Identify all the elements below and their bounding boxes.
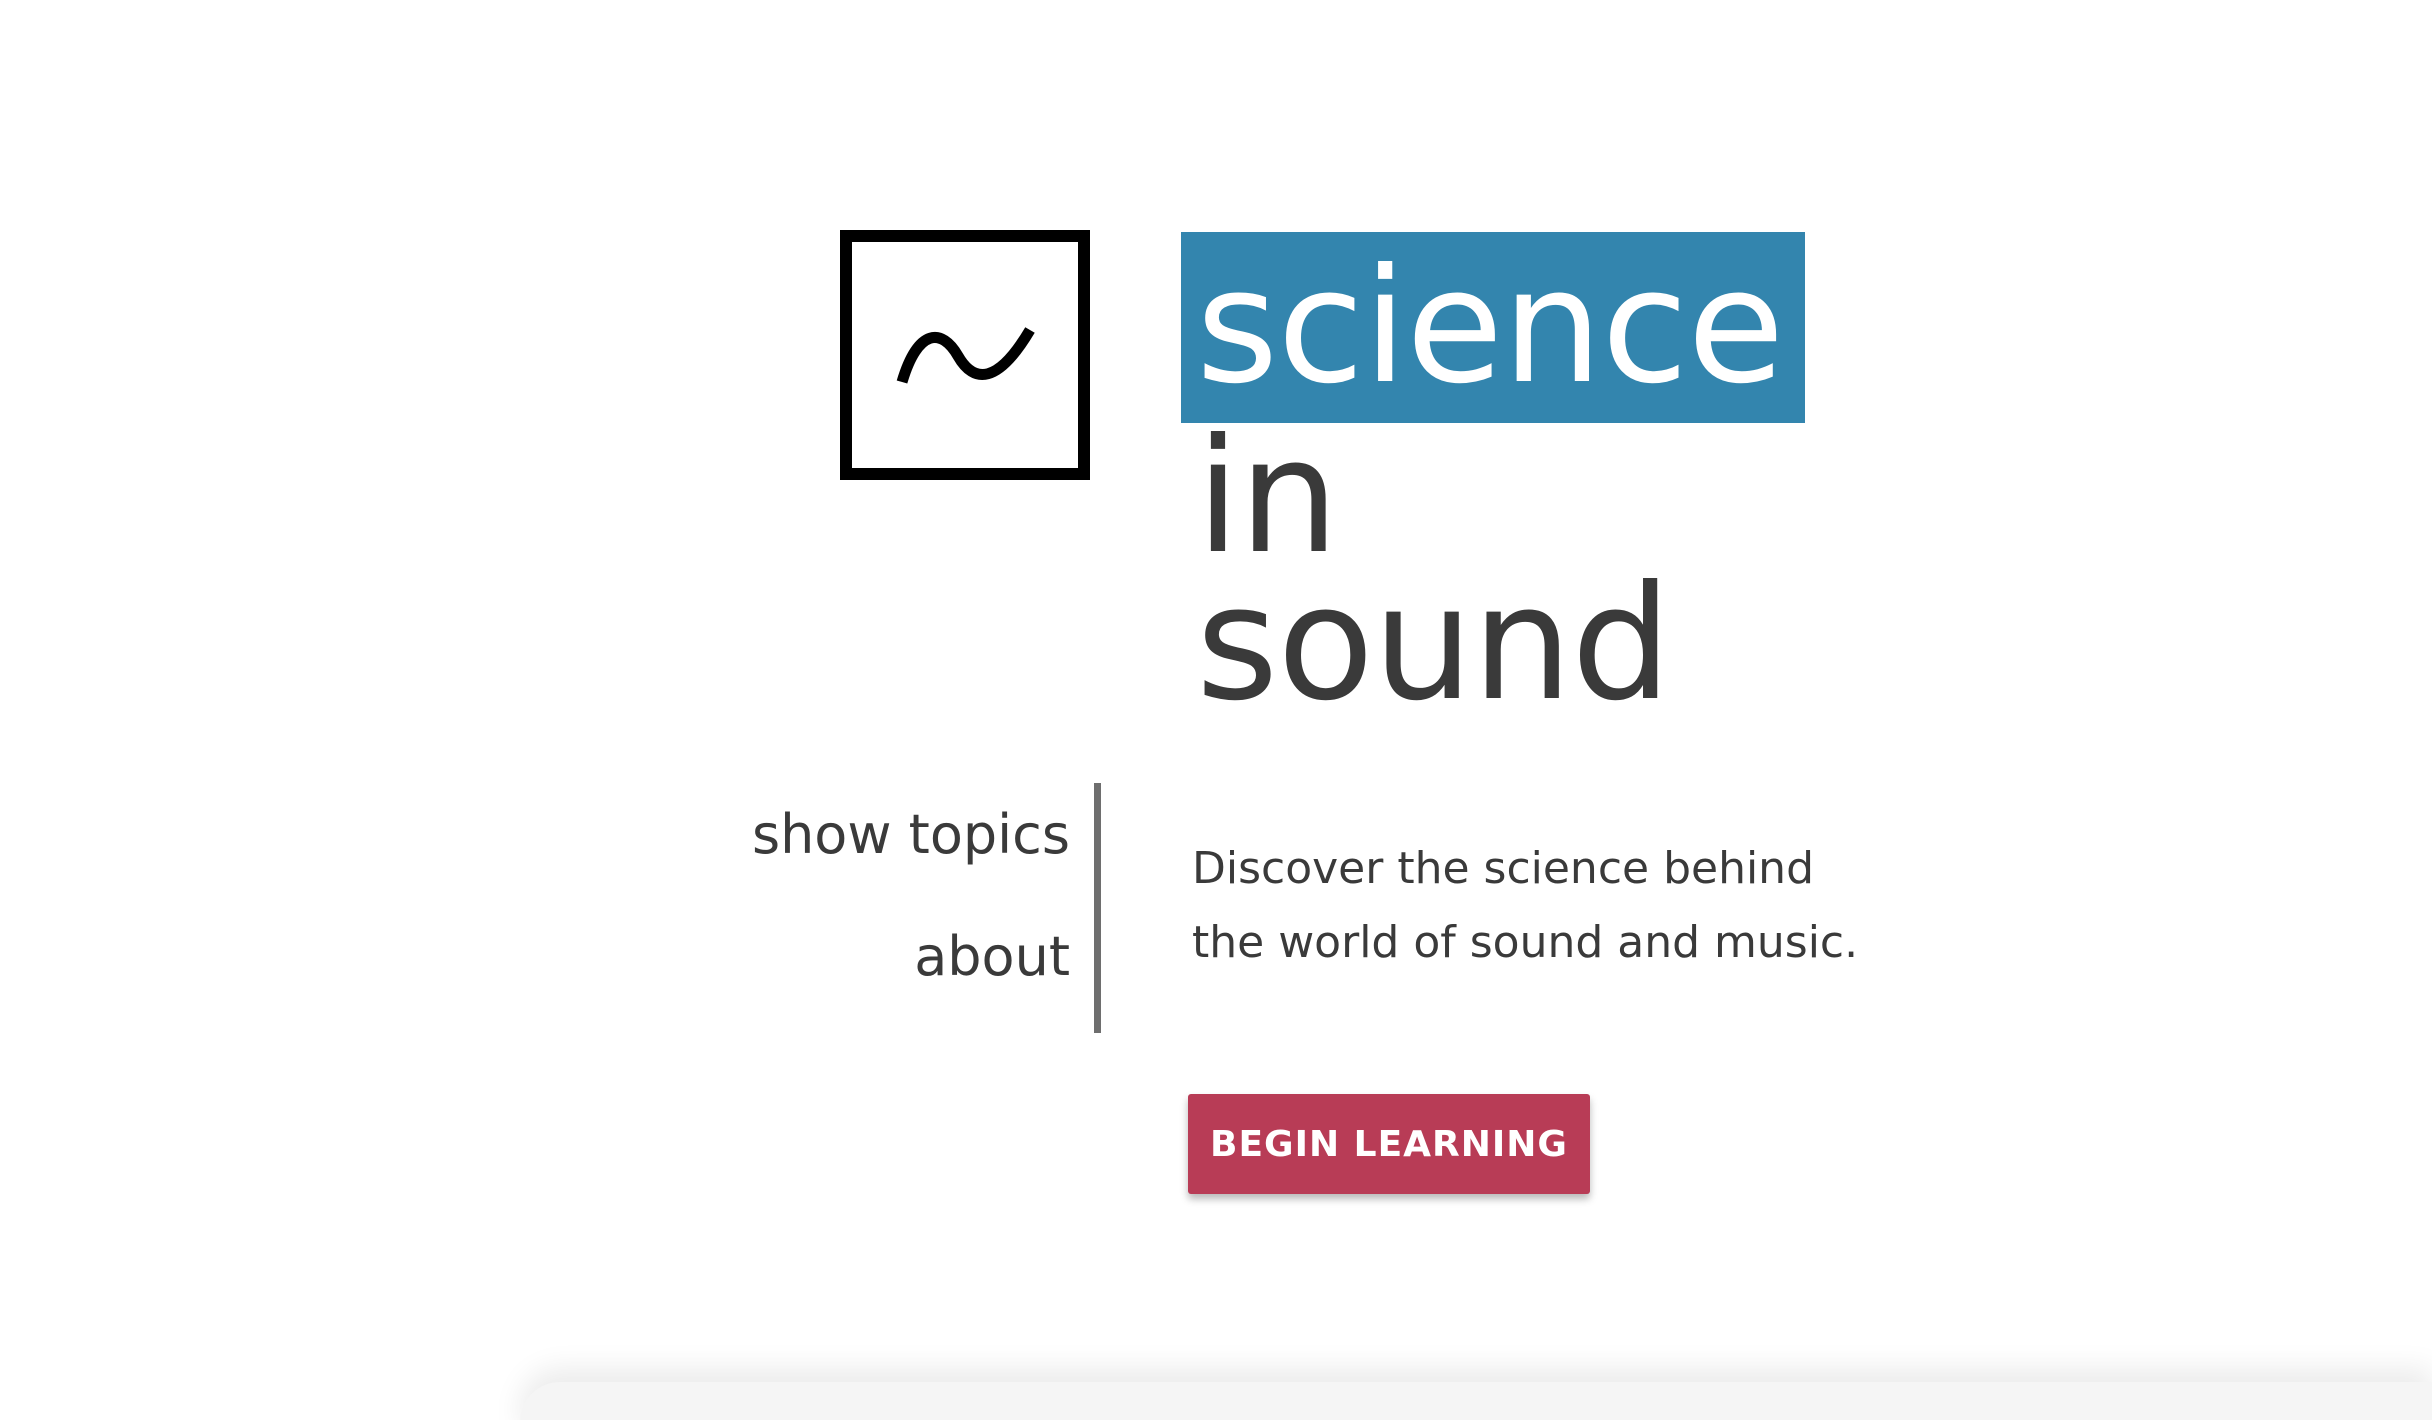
nav-show-topics-link[interactable]: show topics <box>752 808 1070 862</box>
sine-wave-icon <box>896 327 1035 384</box>
bottom-panel-edge <box>520 1382 2432 1420</box>
tagline: Discover the science behind the world of… <box>1192 832 1858 980</box>
logo <box>840 230 1090 480</box>
title-sound: sound <box>1196 552 1672 736</box>
tagline-line-1: Discover the science behind <box>1192 843 1814 894</box>
main-nav: show topics about <box>752 808 1070 984</box>
nav-about-link[interactable]: about <box>752 930 1070 984</box>
nav-divider <box>1094 783 1101 1033</box>
begin-learning-button[interactable]: BEGIN LEARNING <box>1188 1094 1590 1194</box>
tagline-line-2: the world of sound and music. <box>1192 917 1859 968</box>
title-science: science <box>1196 235 1785 419</box>
